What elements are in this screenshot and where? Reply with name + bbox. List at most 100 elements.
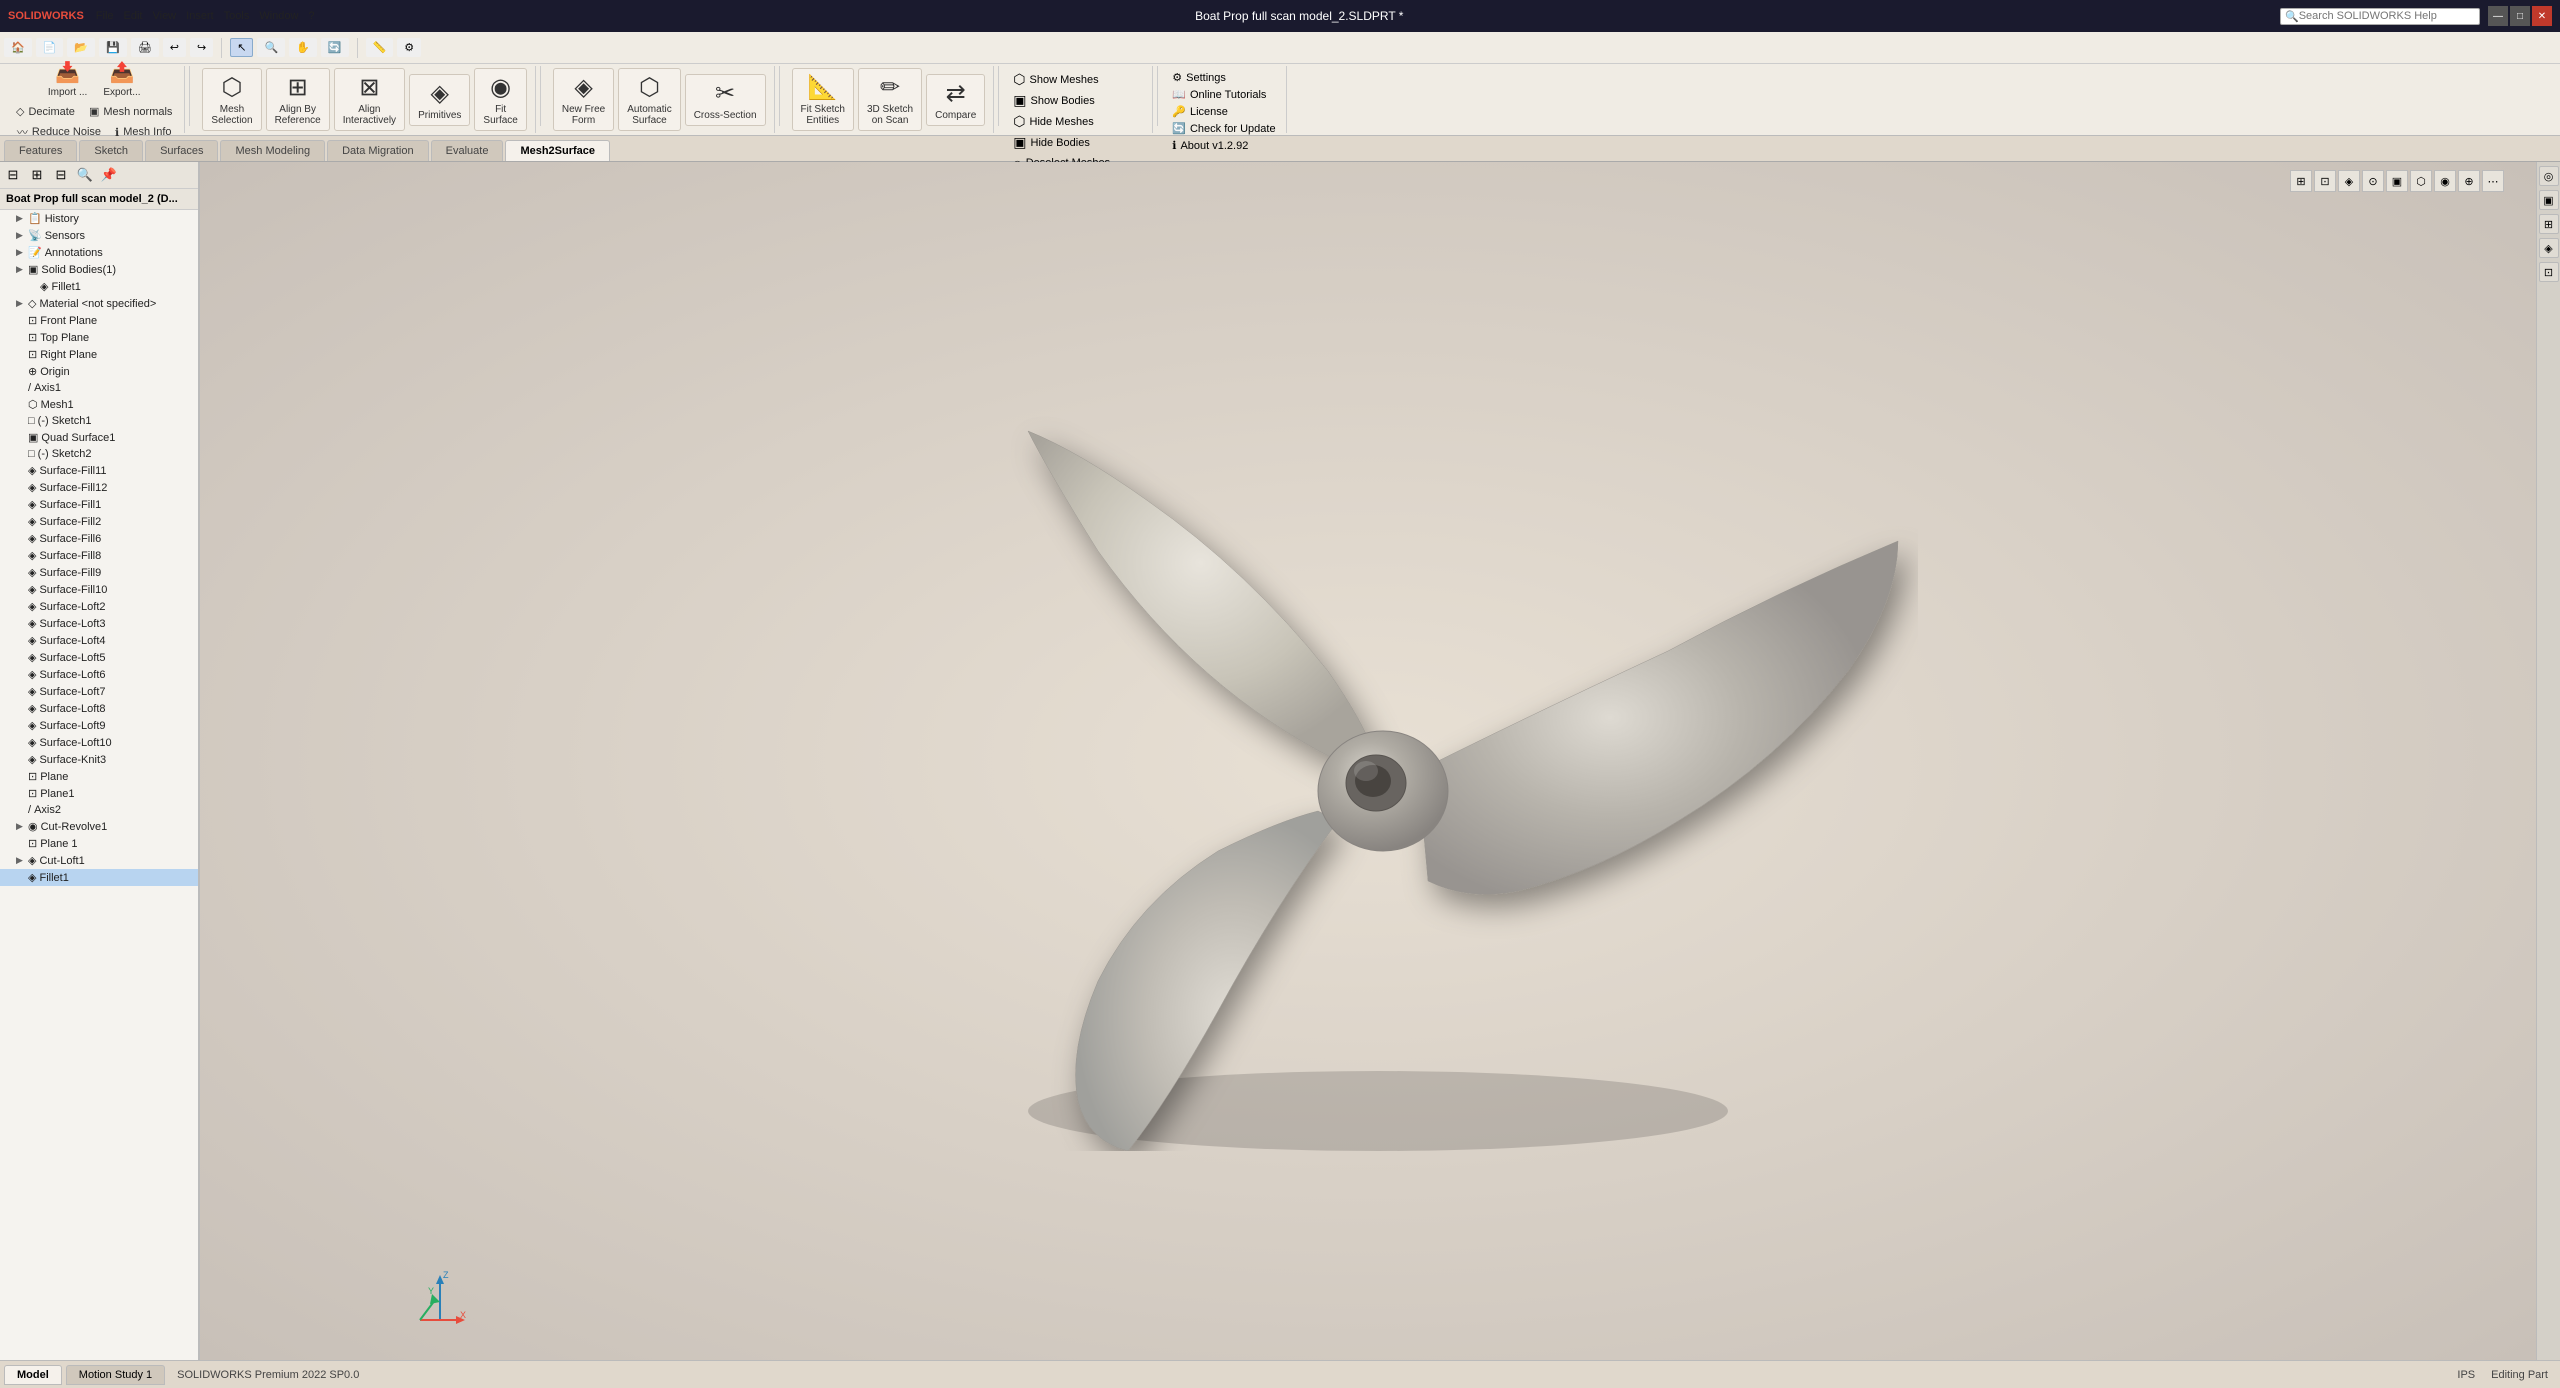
tree-item[interactable]: ◈Surface-Fill10 <box>0 581 198 598</box>
tree-item[interactable]: ◈Surface-Knit3 <box>0 751 198 768</box>
fit-sketch-btn[interactable]: 📐 Fit Sketch Entities <box>792 68 854 131</box>
tree-item[interactable]: ◈Surface-Loft4 <box>0 632 198 649</box>
right-panel-btn-3[interactable]: ⊞ <box>2539 214 2559 234</box>
tree-filter-btn[interactable]: ⊟ <box>2 164 24 186</box>
tree-expander[interactable]: ▶ <box>16 821 28 832</box>
primitives-btn[interactable]: ◈ Primitives <box>409 74 470 126</box>
tree-expand-btn[interactable]: ⊞ <box>26 164 48 186</box>
tree-item[interactable]: ⊡Right Plane <box>0 346 198 363</box>
rotate-btn[interactable]: 🔄 <box>321 38 349 57</box>
tree-item[interactable]: ▶📝Annotations <box>0 244 198 261</box>
view-tool-8[interactable]: ⊕ <box>2458 170 2480 192</box>
tab-data-migration[interactable]: Data Migration <box>327 140 429 161</box>
tree-item[interactable]: ▶◇Material <not specified> <box>0 295 198 312</box>
tree-expander[interactable]: ▶ <box>16 855 28 866</box>
compare-btn[interactable]: ⇄ Compare <box>926 74 985 126</box>
tab-surfaces[interactable]: Surfaces <box>145 140 218 161</box>
tree-expander[interactable]: ▶ <box>16 213 28 224</box>
tree-item[interactable]: ◈Surface-Fill2 <box>0 513 198 530</box>
close-button[interactable]: ✕ <box>2532 6 2552 26</box>
tree-item[interactable]: ◈Surface-Fill1 <box>0 496 198 513</box>
tree-title[interactable]: Boat Prop full scan model_2 (D... <box>0 189 198 210</box>
viewport[interactable]: ⊞ ⊡ ◈ ⊙ ▣ ⬡ ◉ ⊕ ⋯ <box>200 162 2536 1360</box>
tree-item[interactable]: ◈Surface-Loft2 <box>0 598 198 615</box>
tree-item[interactable]: ⊡Plane1 <box>0 785 198 802</box>
search-input[interactable] <box>2299 10 2469 22</box>
undo-btn[interactable]: ↩ <box>163 38 186 57</box>
align-interactively-btn[interactable]: ⊠ Align Interactively <box>334 68 405 131</box>
menubar-tools[interactable]: Tools <box>220 8 254 24</box>
tree-item[interactable]: ▶◈Cut-Loft1 <box>0 852 198 869</box>
tab-features[interactable]: Features <box>4 140 77 161</box>
tree-item[interactable]: ▶▣Solid Bodies(1) <box>0 261 198 278</box>
search-box[interactable]: 🔍 <box>2280 8 2480 25</box>
zoom-btn[interactable]: 🔍 <box>257 38 285 57</box>
tab-evaluate[interactable]: Evaluate <box>431 140 504 161</box>
tree-item[interactable]: ▣Quad Surface1 <box>0 429 198 446</box>
right-panel-btn-5[interactable]: ⊡ <box>2539 262 2559 282</box>
tree-item[interactable]: ◈Surface-Fill12 <box>0 479 198 496</box>
show-bodies-btn[interactable]: ▣ Show Bodies <box>1011 91 1144 110</box>
bottom-tab-motion[interactable]: Motion Study 1 <box>66 1365 165 1385</box>
gear-btn[interactable]: ⚙ <box>397 38 421 57</box>
hide-meshes-btn[interactable]: ⬡ Hide Meshes <box>1011 112 1144 131</box>
print-btn[interactable]: 🖨 <box>131 38 159 57</box>
tree-item[interactable]: ▶📋History <box>0 210 198 227</box>
tree-item[interactable]: ⊡Plane 1 <box>0 835 198 852</box>
tree-item[interactable]: ⊡Plane <box>0 768 198 785</box>
fit-surface-btn[interactable]: ◉ Fit Surface <box>474 68 526 131</box>
tree-item[interactable]: ◈Surface-Fill9 <box>0 564 198 581</box>
tree-pin-btn[interactable]: 📌 <box>98 164 120 186</box>
menubar-window[interactable]: Window <box>255 8 302 24</box>
view-tool-7[interactable]: ◉ <box>2434 170 2456 192</box>
tree-item[interactable]: ▶◉Cut-Revolve1 <box>0 818 198 835</box>
save-btn[interactable]: 💾 <box>99 38 127 57</box>
tree-item[interactable]: ⊡Front Plane <box>0 312 198 329</box>
cross-section-btn[interactable]: ✂ Cross-Section <box>685 74 766 126</box>
about-btn[interactable]: ℹ About v1.2.92 <box>1170 138 1250 153</box>
hide-bodies-btn[interactable]: ▣ Hide Bodies <box>1011 133 1144 152</box>
check-update-btn[interactable]: 🔄 Check for Update <box>1170 121 1277 136</box>
online-tutorials-btn[interactable]: 📖 Online Tutorials <box>1170 87 1268 102</box>
tree-item[interactable]: ◈Surface-Loft3 <box>0 615 198 632</box>
viewport-resize-handle[interactable] <box>2530 162 2536 1360</box>
tree-item[interactable]: /Axis1 <box>0 380 198 396</box>
view-tool-5[interactable]: ▣ <box>2386 170 2408 192</box>
automatic-surface-btn[interactable]: ⬡ Automatic Surface <box>618 68 680 131</box>
right-panel-btn-4[interactable]: ◈ <box>2539 238 2559 258</box>
tree-expander[interactable]: ▶ <box>16 298 28 309</box>
open-btn[interactable]: 📂 <box>67 38 95 57</box>
tree-collapse-btn[interactable]: ⊟ <box>50 164 72 186</box>
new-free-form-btn[interactable]: ◈ New Free Form <box>553 68 614 131</box>
right-panel-btn-2[interactable]: ▣ <box>2539 190 2559 210</box>
tree-item[interactable]: ◈Fillet1 <box>0 278 198 295</box>
view-tool-6[interactable]: ⬡ <box>2410 170 2432 192</box>
pan-btn[interactable]: ✋ <box>289 38 317 57</box>
export-btn[interactable]: 📤 Export... <box>97 57 146 101</box>
menubar-insert[interactable]: Insert <box>182 8 218 24</box>
tree-item[interactable]: ⊕Origin <box>0 363 198 380</box>
tree-item[interactable]: ◈Surface-Loft7 <box>0 683 198 700</box>
tree-item[interactable]: ◈Surface-Loft5 <box>0 649 198 666</box>
maximize-button[interactable]: □ <box>2510 6 2530 26</box>
tree-item[interactable]: ▶📡Sensors <box>0 227 198 244</box>
tree-item[interactable]: ◈Surface-Loft10 <box>0 734 198 751</box>
home-btn[interactable]: 🏠 <box>4 38 32 57</box>
view-tool-1[interactable]: ⊞ <box>2290 170 2312 192</box>
view-tool-4[interactable]: ⊙ <box>2362 170 2384 192</box>
align-by-reference-btn[interactable]: ⊞ Align By Reference <box>266 68 330 131</box>
view-tool-3[interactable]: ◈ <box>2338 170 2360 192</box>
minimize-button[interactable]: — <box>2488 6 2508 26</box>
tree-expander[interactable]: ▶ <box>16 264 28 275</box>
tree-item[interactable]: □(-) Sketch1 <box>0 413 198 429</box>
tab-mesh2surface[interactable]: Mesh2Surface <box>505 140 610 161</box>
tree-item[interactable]: □(-) Sketch2 <box>0 446 198 462</box>
tree-item[interactable]: ◈Surface-Loft6 <box>0 666 198 683</box>
license-btn[interactable]: 🔑 License <box>1170 104 1230 119</box>
tree-item[interactable]: ◈Surface-Loft8 <box>0 700 198 717</box>
mesh-info-btn[interactable]: ℹ Mesh Info <box>109 122 178 142</box>
menubar-edit[interactable]: Edit <box>120 8 147 24</box>
show-meshes-btn[interactable]: ⬡ Show Meshes <box>1011 70 1144 89</box>
tree-item[interactable]: ◈Surface-Loft9 <box>0 717 198 734</box>
tree-search-btn[interactable]: 🔍 <box>74 164 96 186</box>
